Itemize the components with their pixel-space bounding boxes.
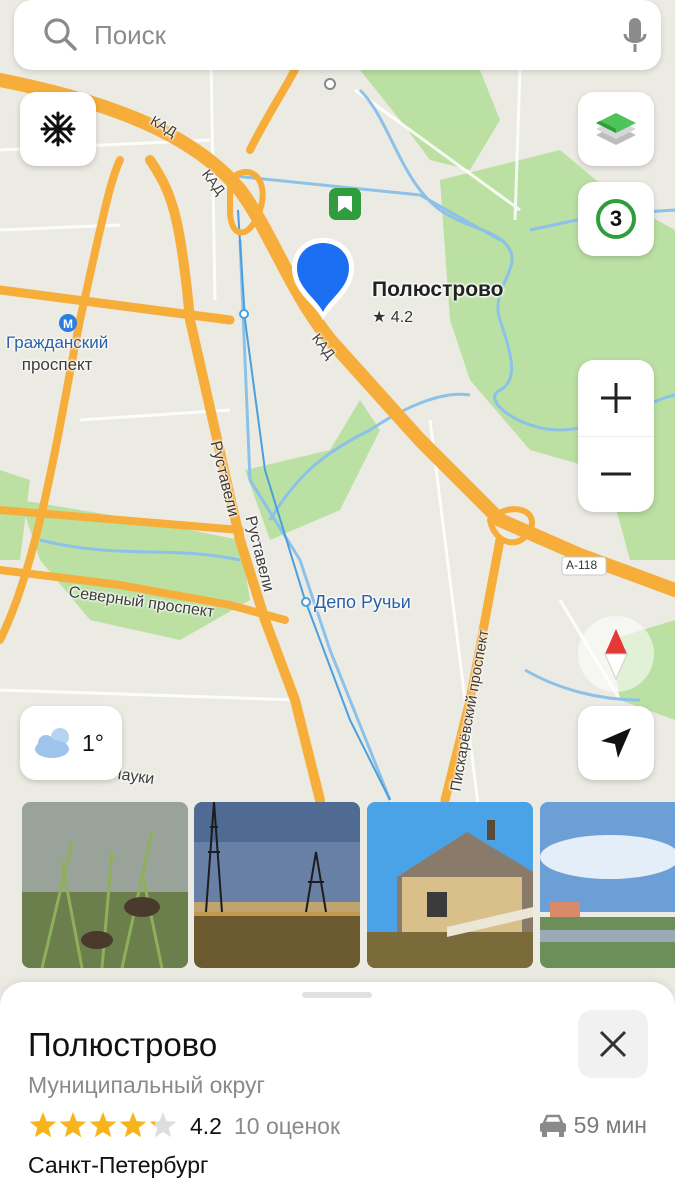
metro-station-marker[interactable]: M [59, 314, 77, 332]
star-icon [119, 1112, 147, 1138]
microphone-icon[interactable] [622, 16, 648, 56]
place-subtitle: Муниципальный округ [28, 1072, 265, 1098]
poi-name-label[interactable]: Полюстрово [372, 278, 503, 302]
zoom-control [578, 360, 654, 512]
photo-1[interactable] [22, 802, 188, 968]
photo-strip[interactable] [0, 802, 675, 968]
drag-handle[interactable] [302, 992, 372, 998]
car-icon [539, 1114, 566, 1137]
star-icon [59, 1112, 87, 1138]
traffic-button[interactable]: 3 [578, 182, 654, 256]
metro-label-line2: проспект [21, 355, 93, 374]
minus-icon [601, 472, 631, 476]
park-poi-marker[interactable] [329, 188, 361, 220]
search-icon [44, 18, 77, 51]
weather-temp: 1° [82, 729, 104, 756]
route-shield-label: А-118 [566, 558, 598, 572]
place-card[interactable]: Полюстрово Муниципальный округ 4.2 10 оц… [0, 982, 675, 1200]
zoom-out-button[interactable] [578, 437, 654, 513]
search-bar[interactable]: Поиск [14, 0, 661, 70]
reviews-count[interactable]: 10 оценок [234, 1113, 340, 1140]
traffic-level-value: 3 [609, 206, 623, 231]
zoom-in-button[interactable] [578, 360, 654, 437]
close-card-button[interactable] [578, 1010, 648, 1078]
metro-label: Гражданский проспект [6, 332, 108, 376]
rating-stars [29, 1112, 177, 1138]
rating-value: 4.2 [190, 1112, 222, 1139]
poi-rating-label: ★ 4.2 [372, 309, 414, 326]
layers-button[interactable] [578, 92, 654, 166]
place-title: Полюстрово [28, 1026, 218, 1063]
star-icon [29, 1112, 57, 1138]
place-city: Санкт-Петербург [28, 1152, 209, 1178]
compass-button[interactable] [578, 616, 654, 692]
photo-3[interactable] [367, 802, 533, 968]
depo-station-dot [301, 597, 311, 607]
rail-dot [239, 309, 249, 319]
route-time: 59 мин [573, 1112, 647, 1138]
map-dot [324, 78, 336, 90]
my-location-button[interactable] [578, 706, 654, 780]
depo-station-label: Депо Ручьи [314, 592, 411, 612]
star-icon [149, 1112, 177, 1138]
rating-row[interactable]: 4.2 10 оценок [28, 1110, 340, 1142]
location-arrow-icon [601, 728, 631, 758]
search-placeholder[interactable]: Поиск [94, 20, 166, 51]
star-icon [89, 1112, 117, 1138]
snowflake-icon [40, 111, 76, 147]
photo-4[interactable] [540, 802, 675, 968]
weather-widget[interactable]: 1° [20, 706, 122, 780]
close-icon [599, 1030, 627, 1058]
metro-icon-glyph: M [63, 317, 73, 331]
layers-icon [596, 113, 636, 145]
cloud-icon [35, 728, 69, 758]
photo-2[interactable] [194, 802, 360, 968]
compass-icon [604, 629, 628, 681]
route-time-button[interactable]: 59 мин [538, 1112, 647, 1139]
metro-label-line1: Гражданский [6, 333, 109, 352]
traffic-level-badge: 3 [596, 199, 636, 239]
plus-icon [601, 382, 631, 413]
winter-mode-button[interactable] [20, 92, 96, 166]
